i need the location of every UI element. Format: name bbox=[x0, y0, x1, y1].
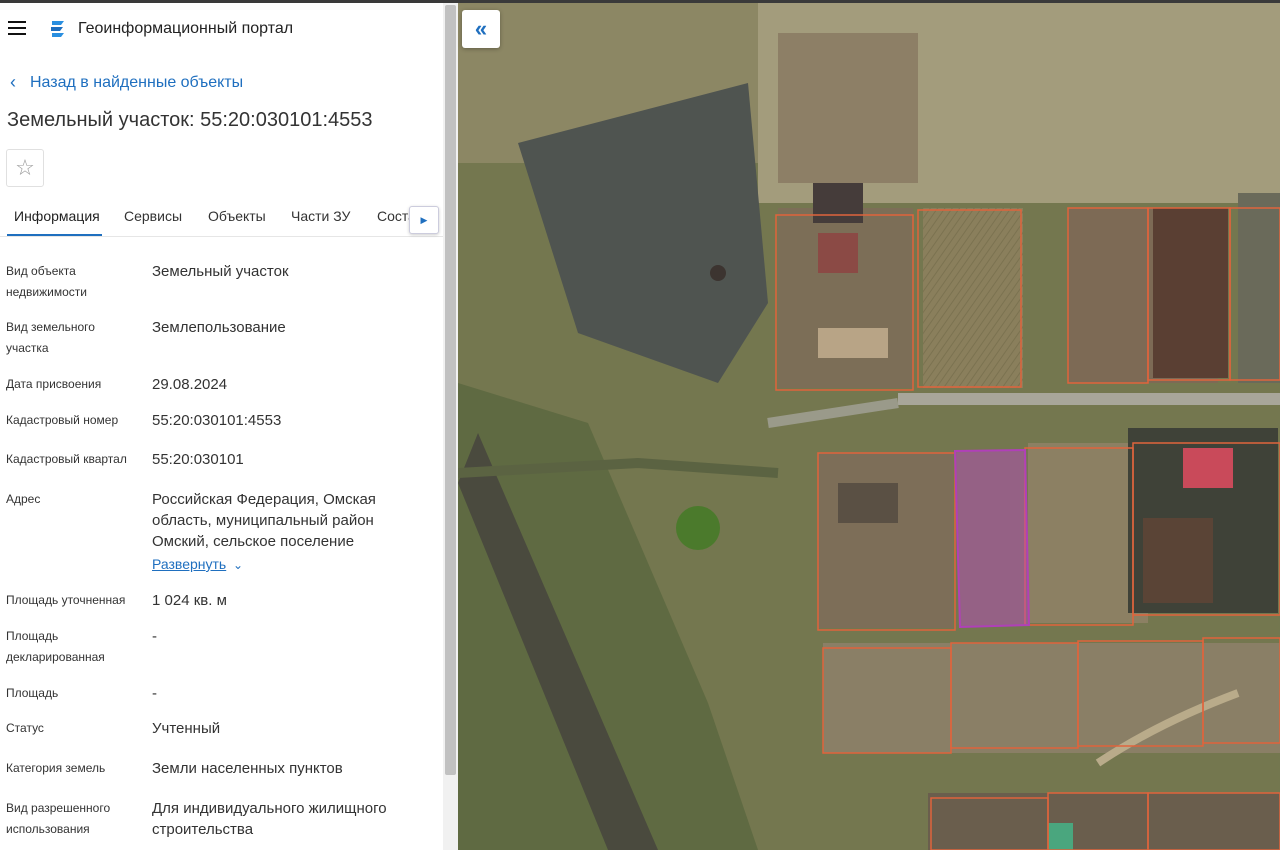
detail-value: Учтенный bbox=[152, 720, 221, 737]
tab-objects[interactable]: Объекты bbox=[208, 208, 266, 224]
tab-services[interactable]: Сервисы bbox=[124, 208, 182, 224]
detail-label: Вид разрешенного использования bbox=[6, 801, 111, 836]
favorite-button[interactable]: ☆ bbox=[6, 149, 44, 187]
selected-parcel[interactable] bbox=[953, 448, 1031, 629]
detail-label: Площадь bbox=[6, 686, 59, 700]
double-chevron-left-icon: « bbox=[474, 16, 488, 41]
hamburger-menu-icon[interactable] bbox=[8, 21, 26, 35]
tab-information[interactable]: Информация bbox=[14, 208, 100, 224]
detail-value: Земли населенных пунктов bbox=[152, 760, 343, 777]
tab-land-parts[interactable]: Части ЗУ bbox=[291, 208, 350, 224]
portal-title: Геоинформационный портал bbox=[78, 20, 294, 37]
active-tab-indicator bbox=[7, 234, 102, 236]
detail-label: Кадастровый квартал bbox=[6, 452, 127, 466]
info-panel: Геоинформационный портал ‹ Назад в найде… bbox=[0, 3, 458, 850]
detail-label: Дата присвоения bbox=[6, 377, 102, 391]
address-value: Российская Федерация, Омская область, му… bbox=[152, 491, 376, 550]
top-border bbox=[0, 0, 1280, 3]
triangle-right-icon: ▶ bbox=[420, 214, 428, 225]
page-title: Земельный участок: 55:20:030101:4553 bbox=[7, 109, 373, 131]
back-link-label: Назад в найденные объекты bbox=[30, 73, 244, 91]
collapse-panel-button[interactable]: « bbox=[462, 10, 500, 48]
expand-address-link[interactable]: Развернуть bbox=[152, 556, 226, 572]
detail-value: - bbox=[152, 628, 157, 645]
star-icon: ☆ bbox=[15, 155, 35, 180]
detail-label: Статус bbox=[6, 721, 44, 735]
detail-value: Землепользование bbox=[152, 319, 286, 336]
detail-label: Вид земельного участка bbox=[6, 320, 95, 355]
portal-logo-icon bbox=[51, 21, 64, 37]
scrollbar-thumb[interactable] bbox=[445, 5, 456, 775]
detail-label: Адрес bbox=[6, 492, 41, 506]
detail-label: Кадастровый номер bbox=[6, 413, 119, 427]
tab-bar: Информация Сервисы Объекты Части ЗУ Сост… bbox=[0, 199, 443, 237]
back-to-results-link[interactable]: ‹ Назад в найденные объекты bbox=[10, 72, 243, 93]
tabs-scroll-right-button[interactable]: ▶ bbox=[409, 206, 439, 234]
map-canvas[interactable] bbox=[458, 3, 1280, 850]
detail-value: 55:20:030101:4553 bbox=[152, 412, 282, 429]
detail-label: Площадь уточненная bbox=[6, 593, 126, 607]
detail-value: 1 024 кв. м bbox=[152, 592, 227, 609]
detail-label: Вид объекта недвижимости bbox=[6, 264, 87, 299]
detail-value: Земельный участок bbox=[152, 263, 289, 280]
chevron-left-icon: ‹ bbox=[10, 72, 16, 92]
detail-value: Для индивидуального жилищного строительс… bbox=[152, 800, 387, 838]
detail-value: 29.08.2024 bbox=[152, 376, 228, 393]
detail-label: Категория земель bbox=[6, 761, 106, 775]
satellite-map[interactable] bbox=[458, 3, 1280, 850]
portal-header: Геоинформационный портал bbox=[0, 3, 443, 55]
detail-value: - bbox=[152, 685, 157, 702]
detail-value: 55:20:030101 bbox=[152, 451, 244, 468]
detail-label: Площадь декларированная bbox=[6, 629, 105, 664]
chevron-down-icon[interactable]: ⌄ bbox=[233, 558, 243, 572]
